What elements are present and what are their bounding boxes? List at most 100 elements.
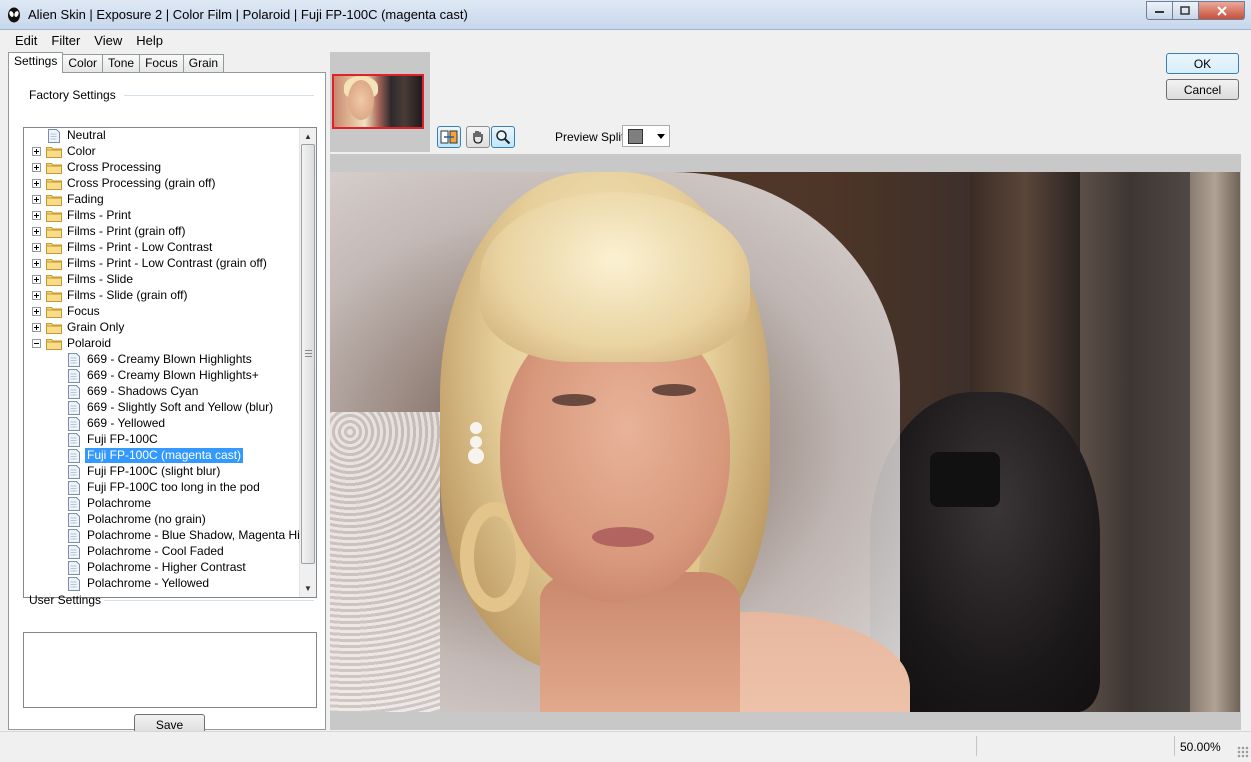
title-bar: Alien Skin | Exposure 2 | Color Film | P… xyxy=(0,0,1251,30)
tree-preset-row[interactable]: Fuji FP-100C (slight blur) xyxy=(24,464,301,480)
tree-preset-row[interactable]: Fuji FP-100C xyxy=(24,432,301,448)
preview-image[interactable] xyxy=(330,172,1240,712)
status-divider xyxy=(976,736,977,756)
scroll-up-arrow-icon[interactable]: ▲ xyxy=(300,128,316,144)
tree-preset-row[interactable]: 669 - Creamy Blown Highlights+ xyxy=(24,368,301,384)
navigator-thumbnail[interactable] xyxy=(332,74,424,129)
tree-folder-row[interactable]: Films - Print (grain off) xyxy=(24,224,301,240)
split-compare-button[interactable] xyxy=(437,126,461,148)
tree-item-label: 669 - Slightly Soft and Yellow (blur) xyxy=(87,400,274,414)
resize-grip-icon[interactable] xyxy=(1237,746,1249,758)
tree-item-label: Fuji FP-100C too long in the pod xyxy=(87,480,260,494)
expand-icon[interactable] xyxy=(32,163,41,172)
expand-icon[interactable] xyxy=(32,179,41,188)
tree-preset-row[interactable]: 669 - Yellowed xyxy=(24,416,301,432)
tab-settings[interactable]: Settings xyxy=(8,52,64,73)
tree-folder-row[interactable]: Cross Processing xyxy=(24,160,301,176)
folder-icon xyxy=(46,211,62,222)
menu-edit[interactable]: Edit xyxy=(8,33,44,48)
tree-folder-row[interactable]: Films - Slide (grain off) xyxy=(24,288,301,304)
tree-preset-row[interactable]: Polachrome - Blue Shadow, Magenta Highli… xyxy=(24,528,301,544)
tree-scrollbar[interactable]: ▲ ▼ xyxy=(299,128,316,597)
bride-bangs xyxy=(480,192,750,362)
tab-tone[interactable]: Tone xyxy=(102,54,141,73)
tab-grain[interactable]: Grain xyxy=(182,54,225,73)
expand-icon[interactable] xyxy=(32,243,41,252)
tree-folder-row[interactable]: Fading xyxy=(24,192,301,208)
preset-page-icon xyxy=(68,529,80,543)
folder-icon xyxy=(46,227,62,238)
tab-color[interactable]: Color xyxy=(62,54,104,73)
scroll-down-arrow-icon[interactable]: ▼ xyxy=(300,580,316,596)
maximize-button[interactable] xyxy=(1173,1,1199,20)
preset-page-icon xyxy=(68,481,80,495)
veil-lace xyxy=(330,412,440,712)
tree-preset-row[interactable]: 669 - Creamy Blown Highlights xyxy=(24,352,301,368)
expand-icon[interactable] xyxy=(32,147,41,156)
tree-folder-row[interactable]: Films - Print xyxy=(24,208,301,224)
tree-preset-row[interactable]: Fuji FP-100C (magenta cast) xyxy=(24,448,301,464)
ok-button[interactable]: OK xyxy=(1166,53,1239,74)
group-divider xyxy=(104,600,314,601)
expand-icon[interactable] xyxy=(32,227,41,236)
tree-preset-row[interactable]: Polachrome xyxy=(24,496,301,512)
tree-folder-row[interactable]: Color xyxy=(24,144,301,160)
factory-settings-tree[interactable]: Neutral Color Cross Processing Cross Proces… xyxy=(23,127,317,598)
user-settings-list[interactable] xyxy=(23,632,317,708)
tree-preset-row[interactable]: Fuji FP-100C too long in the pod xyxy=(24,480,301,496)
tree-folder-row[interactable]: Focus xyxy=(24,304,301,320)
minimize-button[interactable] xyxy=(1146,1,1173,20)
tree-preset-row[interactable]: Neutral xyxy=(24,128,301,144)
scroll-thumb[interactable] xyxy=(301,144,315,564)
tree-item-label: Color xyxy=(67,144,96,158)
tree-item-label: Focus xyxy=(67,304,100,318)
tree-folder-row[interactable]: Grain Only xyxy=(24,320,301,336)
close-button[interactable] xyxy=(1199,1,1245,20)
folder-icon xyxy=(46,307,62,318)
expand-icon[interactable] xyxy=(32,211,41,220)
menu-filter[interactable]: Filter xyxy=(44,33,87,48)
menu-view[interactable]: View xyxy=(87,33,129,48)
status-bar: 50.00% xyxy=(0,731,1251,762)
preset-page-icon xyxy=(68,353,80,367)
tree-preset-row[interactable]: Polachrome - Yellowed xyxy=(24,576,301,592)
preview-split-dropdown[interactable] xyxy=(622,125,670,147)
expand-icon[interactable] xyxy=(32,259,41,268)
navigator-panel xyxy=(330,52,430,152)
tree-preset-row[interactable]: 669 - Shadows Cyan xyxy=(24,384,301,400)
menu-help[interactable]: Help xyxy=(129,33,170,48)
tree-folder-row[interactable]: Films - Print - Low Contrast (grain off) xyxy=(24,256,301,272)
zoom-tool-button[interactable] xyxy=(491,126,515,148)
factory-settings-label: Factory Settings xyxy=(29,88,116,102)
preset-page-icon xyxy=(68,433,80,447)
tree-folder-row[interactable]: Polaroid xyxy=(24,336,301,352)
preset-page-icon xyxy=(68,385,80,399)
expand-icon[interactable] xyxy=(32,323,41,332)
cancel-button[interactable]: Cancel xyxy=(1166,79,1239,100)
hand-pan-icon xyxy=(473,131,483,144)
collapse-icon[interactable] xyxy=(32,339,41,348)
thumbnail-face xyxy=(348,80,374,120)
tree-folder-row[interactable]: Films - Slide xyxy=(24,272,301,288)
tree-folder-row[interactable]: Films - Print - Low Contrast xyxy=(24,240,301,256)
preset-page-icon xyxy=(68,417,80,431)
expand-icon[interactable] xyxy=(32,195,41,204)
tree-item-label: Films - Print - Low Contrast xyxy=(67,240,213,254)
tab-focus[interactable]: Focus xyxy=(139,54,184,73)
tree-preset-row[interactable]: 669 - Slightly Soft and Yellow (blur) xyxy=(24,400,301,416)
hand-tool-button[interactable] xyxy=(466,126,490,148)
chevron-down-icon xyxy=(657,134,665,139)
status-divider xyxy=(1174,736,1175,756)
preset-page-icon xyxy=(68,497,80,511)
expand-icon[interactable] xyxy=(32,275,41,284)
tree-item-label: Cross Processing (grain off) xyxy=(67,176,216,190)
tree-preset-row[interactable]: Polachrome - Cool Faded xyxy=(24,544,301,560)
preset-page-icon xyxy=(68,449,80,463)
tree-folder-row[interactable]: Cross Processing (grain off) xyxy=(24,176,301,192)
tree-preset-row[interactable]: Polachrome (no grain) xyxy=(24,512,301,528)
expand-icon[interactable] xyxy=(32,307,41,316)
expand-icon[interactable] xyxy=(32,291,41,300)
tree-preset-row[interactable]: Polachrome - Higher Contrast xyxy=(24,560,301,576)
folder-icon xyxy=(46,163,62,174)
preview-area xyxy=(330,154,1241,730)
